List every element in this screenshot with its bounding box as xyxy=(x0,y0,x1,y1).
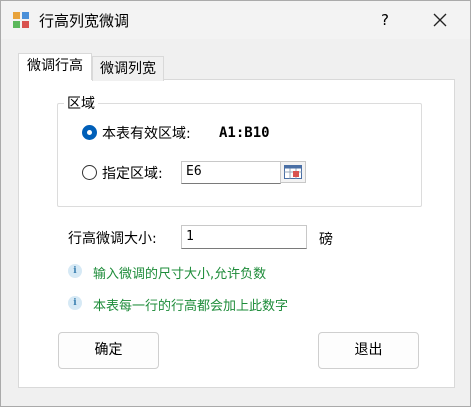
effective-range-value: A1:B10 xyxy=(219,125,270,141)
adjust-size-input[interactable]: 1 xyxy=(181,225,307,249)
region-group-label: 区域 xyxy=(64,93,98,113)
range-select-icon xyxy=(284,165,302,179)
effective-range-label: 本表有效区域: xyxy=(102,126,191,142)
unit-label: 磅 xyxy=(319,232,333,248)
title-bar: 行高列宽微调 ? xyxy=(1,1,470,39)
adjust-size-label: 行高微调大小: xyxy=(68,231,157,247)
hint-add-to-rows: 本表每一行的行高都会加上此数字 xyxy=(93,299,289,314)
range-picker-button[interactable] xyxy=(280,161,306,183)
close-icon xyxy=(433,13,447,27)
window-title: 行高列宽微调 xyxy=(39,12,130,30)
specified-range-input[interactable]: E6 xyxy=(181,161,281,184)
specified-range-label: 指定区域: xyxy=(102,166,163,182)
radio-effective-range[interactable] xyxy=(82,125,97,140)
dialog-window: 行高列宽微调 ? 微调行高 微调列宽 区域 本表有效区域: A1:B10 指定区… xyxy=(0,0,471,407)
tab-column-width[interactable]: 微调列宽 xyxy=(92,56,164,81)
tab-row-height[interactable]: 微调行高 xyxy=(18,53,92,80)
exit-button[interactable]: 退出 xyxy=(318,332,419,369)
info-icon: i xyxy=(68,296,82,310)
close-button[interactable] xyxy=(417,1,463,39)
radio-specified-range[interactable] xyxy=(82,165,97,180)
help-button[interactable]: ? xyxy=(363,1,407,39)
info-icon: i xyxy=(68,264,82,278)
region-groupbox xyxy=(57,103,422,207)
app-icon xyxy=(13,12,29,28)
hint-negative-allowed: 输入微调的尺寸大小,允许负数 xyxy=(93,267,267,282)
ok-button[interactable]: 确定 xyxy=(58,332,159,369)
